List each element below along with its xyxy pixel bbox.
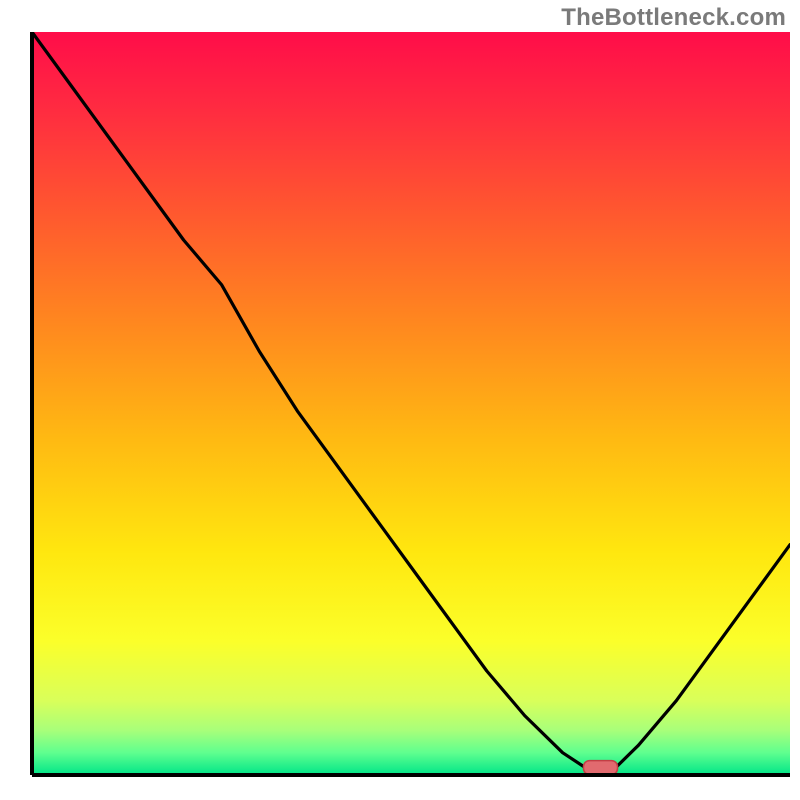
watermark-text: TheBottleneck.com bbox=[561, 4, 786, 32]
chart-svg bbox=[0, 0, 800, 800]
chart-container: TheBottleneck.com bbox=[0, 0, 800, 800]
gradient-background bbox=[32, 32, 790, 775]
optimal-point-marker bbox=[584, 761, 618, 775]
